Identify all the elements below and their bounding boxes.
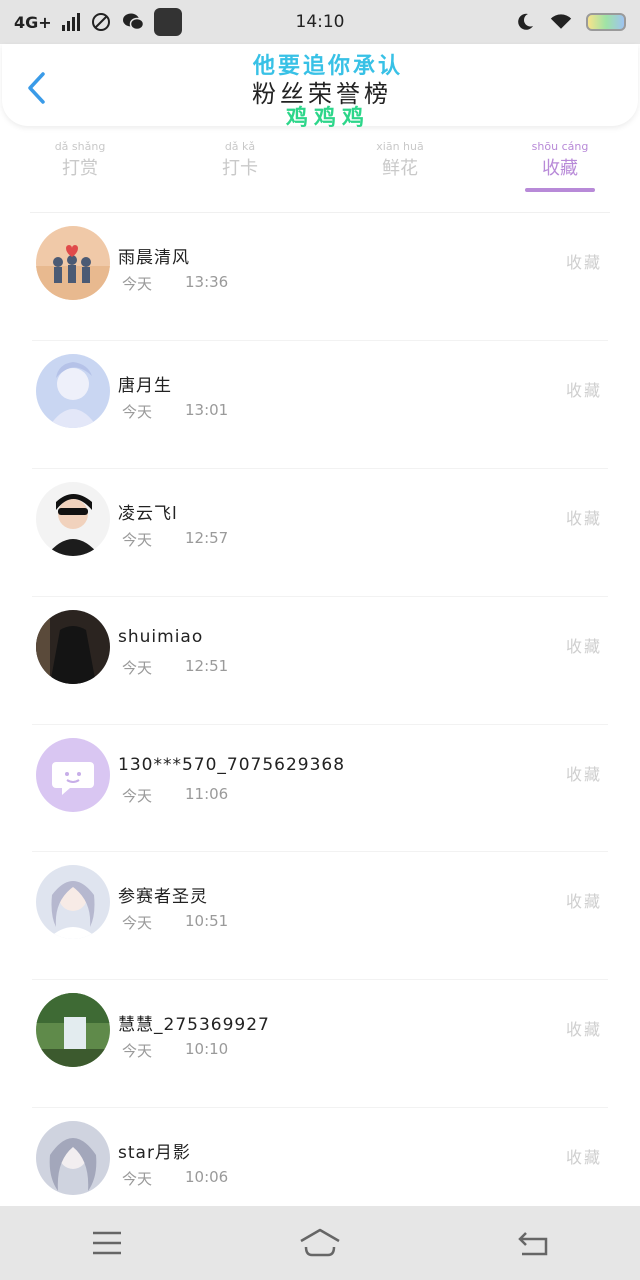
- avatar[interactable]: [36, 1121, 110, 1196]
- tab-label: 鲜花: [382, 158, 418, 179]
- time-label: 10:10: [185, 1040, 229, 1059]
- system-nav-bar: [0, 1206, 640, 1280]
- tab-favorites[interactable]: shōu cáng 收藏: [480, 140, 640, 196]
- return-icon: [518, 1232, 548, 1256]
- time-label: 12:57: [185, 528, 229, 547]
- time-label: 10:06: [185, 1168, 229, 1187]
- tab-reward[interactable]: dǎ shǎng 打赏: [0, 140, 160, 196]
- action-label: 收藏: [565, 380, 602, 400]
- avatar[interactable]: [36, 609, 110, 684]
- time-label: 11:06: [185, 784, 229, 803]
- list-item[interactable]: 参赛者圣灵 今天 10:51 收藏: [32, 852, 608, 981]
- status-bar: 4G+ 14:10: [0, 0, 640, 44]
- list-item[interactable]: 慧慧_275369927 今天 10:10 收藏: [32, 980, 608, 1109]
- fan-list: 雨晨清风 今天 13:36 收藏 唐月生 今天 13:01 收藏 凌云飞l 今天…: [0, 213, 640, 1237]
- date-label: 今天: [122, 658, 153, 677]
- tab-pinyin: dǎ kǎ: [224, 140, 256, 153]
- action-label: 收藏: [565, 892, 602, 912]
- fan-name: 参赛者圣灵: [118, 887, 208, 908]
- avatar[interactable]: [36, 481, 110, 556]
- tab-label: 打卡: [222, 158, 258, 179]
- wechat-icon: [122, 11, 144, 33]
- fan-name: star月影: [118, 1143, 191, 1164]
- date-label: 今天: [122, 786, 153, 805]
- status-right: [386, 11, 626, 33]
- date-label: 今天: [122, 275, 153, 293]
- tab-label: 打赏: [62, 158, 98, 179]
- fan-name: 唐月生: [118, 375, 172, 396]
- tab-pinyin: xiān huā: [376, 140, 424, 153]
- home-icon: [300, 1228, 340, 1257]
- avatar[interactable]: [36, 353, 110, 428]
- action-label: 收藏: [565, 1020, 602, 1040]
- fan-name: 凌云飞l: [118, 503, 178, 524]
- action-label: 收藏: [565, 636, 602, 656]
- date-label: 今天: [122, 402, 153, 421]
- action-label: 收藏: [565, 1148, 602, 1168]
- back-nav-button[interactable]: [503, 1213, 563, 1273]
- fan-name: 雨晨清风: [118, 248, 190, 268]
- tab-pinyin: dǎ shǎng: [54, 140, 106, 153]
- no-disturb-icon: [90, 11, 112, 33]
- tab-bar: dǎ shǎng 打赏 dǎ kǎ 打卡 xiān huā 鲜花 shōu cá…: [0, 140, 640, 196]
- list-item[interactable]: 唐月生 今天 13:01 收藏: [32, 341, 608, 469]
- action-label: 收藏: [565, 764, 602, 784]
- app-notification-icon: [153, 8, 182, 36]
- action-label: 收藏: [565, 508, 602, 528]
- network-indicator: 4G+: [14, 12, 52, 32]
- moon-icon: [514, 11, 536, 33]
- tab-pinyin: shōu cáng: [531, 140, 589, 153]
- list-item[interactable]: 凌云飞l 今天 12:57 收藏: [32, 469, 608, 597]
- time-label: 12:51: [185, 656, 229, 675]
- date-label: 今天: [122, 914, 153, 933]
- chat-bubble-icon: [36, 737, 110, 812]
- avatar[interactable]: [36, 993, 110, 1068]
- battery-icon: [586, 13, 626, 31]
- list-item[interactable]: 130***570_7075629368 今天 11:06 收藏: [32, 725, 608, 853]
- status-time: 14:10: [295, 12, 345, 32]
- banner-line2: 鸡鸡鸡: [285, 106, 370, 131]
- action-label: 收藏: [565, 253, 602, 272]
- time-label: 10:51: [185, 912, 229, 931]
- avatar[interactable]: [36, 865, 110, 940]
- menu-button[interactable]: [77, 1213, 137, 1273]
- avatar[interactable]: [36, 737, 110, 812]
- tab-flowers[interactable]: xiān huā 鲜花: [320, 140, 480, 196]
- tab-active-indicator: [525, 188, 595, 192]
- fan-name: 130***570_7075629368: [118, 754, 346, 775]
- banner-line1: 他要追你承认: [252, 54, 403, 79]
- home-button[interactable]: [290, 1213, 350, 1273]
- list-item[interactable]: shuimiao 今天 12:51 收藏: [32, 597, 608, 725]
- time-label: 13:01: [185, 400, 229, 419]
- status-left: 4G+: [14, 8, 254, 36]
- date-label: 今天: [122, 1170, 153, 1189]
- floating-banner: 他要追你承认 鸡鸡鸡: [198, 48, 458, 131]
- fan-name: 慧慧_275369927: [118, 1015, 270, 1036]
- header: 粉丝荣誉榜 他要追你承认 鸡鸡鸡: [2, 44, 638, 131]
- list-item[interactable]: 雨晨清风 今天 13:36 收藏: [32, 213, 608, 341]
- time-label: 13:36: [185, 273, 229, 291]
- fan-name: shuimiao: [118, 626, 204, 647]
- wifi-icon: [550, 11, 572, 33]
- date-label: 今天: [122, 530, 153, 549]
- signal-icon: [61, 13, 80, 31]
- back-button[interactable]: [22, 70, 52, 106]
- tab-label: 收藏: [542, 158, 578, 179]
- tab-checkin[interactable]: dǎ kǎ 打卡: [160, 140, 320, 196]
- menu-icon: [92, 1231, 121, 1255]
- date-label: 今天: [122, 1042, 153, 1061]
- chevron-left-icon: [28, 72, 45, 104]
- avatar[interactable]: [36, 226, 110, 300]
